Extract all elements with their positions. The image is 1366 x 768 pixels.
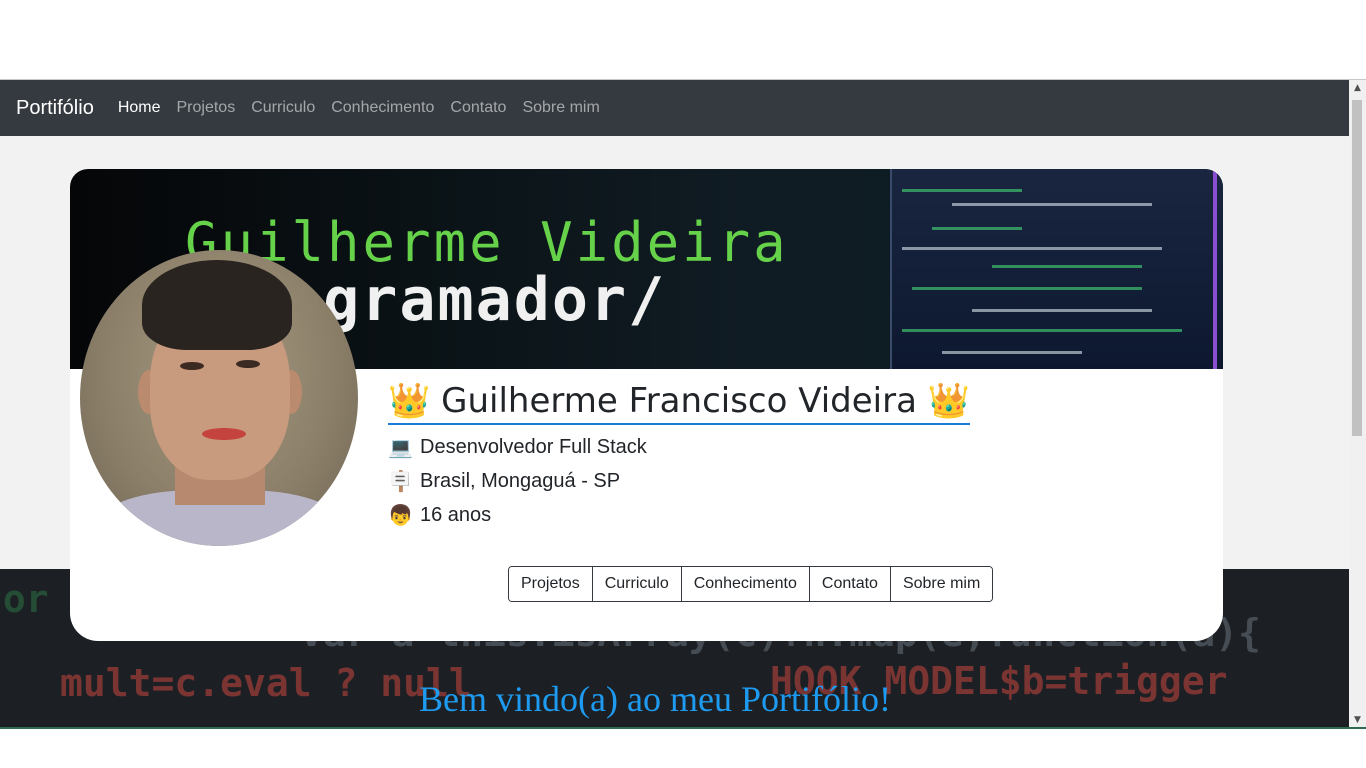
welcome-heading: Bem vindo(a) ao meu Portifólio! (419, 679, 891, 719)
boy-face-icon: 👦 (388, 503, 413, 527)
navbar: Portifólio Home Projetos Curriculo Conhe… (0, 80, 1349, 136)
banner-code-screen (890, 169, 1223, 369)
nav-link-contato[interactable]: Contato (450, 99, 506, 117)
scroll-up-arrow-icon[interactable]: ▲ (1349, 80, 1366, 97)
detail-role: 💻 Desenvolvedor Full Stack (388, 435, 970, 459)
section-button-group: Projetos Curriculo Conhecimento Contato … (508, 566, 994, 602)
conhecimento-button[interactable]: Conhecimento (681, 567, 810, 601)
nav-link-conhecimento[interactable]: Conhecimento (331, 99, 434, 117)
detail-location-text: Brasil, Mongaguá - SP (420, 469, 621, 492)
vertical-scrollbar[interactable]: ▲ ▼ (1349, 80, 1366, 729)
curriculo-button[interactable]: Curriculo (592, 567, 682, 601)
nav-link-home[interactable]: Home (118, 99, 161, 117)
nav-link-sobre-mim[interactable]: Sobre mim (522, 99, 599, 117)
bottom-border (0, 727, 1366, 729)
detail-role-text: Desenvolvedor Full Stack (420, 435, 647, 458)
contato-button[interactable]: Contato (809, 567, 891, 601)
navbar-brand[interactable]: Portifólio (16, 97, 94, 120)
profile-avatar (80, 250, 358, 546)
sobre-mim-button[interactable]: Sobre mim (890, 567, 993, 601)
nav-link-curriculo[interactable]: Curriculo (251, 99, 315, 117)
banner-accent-strip (1213, 169, 1217, 369)
scrollbar-thumb[interactable] (1352, 100, 1362, 436)
signpost-icon: 🪧 (388, 469, 413, 493)
detail-location: 🪧 Brasil, Mongaguá - SP (388, 469, 970, 493)
profile-name: 👑 Guilherme Francisco Videira 👑 (388, 381, 971, 425)
projetos-button[interactable]: Projetos (509, 567, 593, 601)
browser-viewport: Portifólio Home Projetos Curriculo Conhe… (0, 79, 1366, 729)
detail-age: 👦 16 anos (388, 503, 970, 527)
nav-link-projetos[interactable]: Projetos (177, 99, 236, 117)
banner-role-text: ogramador/ (285, 265, 667, 335)
profile-info: 👑 Guilherme Francisco Videira 👑 💻 Desenv… (388, 381, 971, 527)
laptop-icon: 💻 (388, 435, 413, 459)
detail-age-text: 16 anos (420, 503, 492, 526)
